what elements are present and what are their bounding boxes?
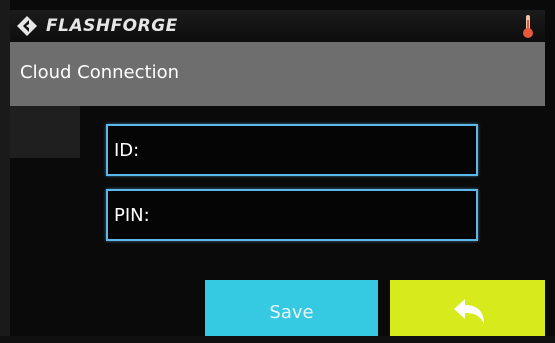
screen-bezel [0, 0, 10, 343]
pin-input[interactable] [158, 199, 472, 233]
id-label: ID: [114, 140, 140, 161]
status-bar: FLASHFORGE [10, 10, 545, 42]
pin-label: PIN: [114, 205, 150, 226]
title-bar: Cloud Connection [10, 42, 545, 106]
page-title: Cloud Connection [20, 62, 179, 83]
save-button-label: Save [269, 302, 314, 323]
save-button[interactable]: Save [205, 280, 378, 343]
id-input[interactable] [158, 134, 472, 168]
side-panel [10, 106, 80, 158]
back-button[interactable] [390, 280, 545, 343]
thermometer-icon[interactable] [521, 13, 535, 39]
back-arrow-icon [454, 299, 484, 324]
id-field[interactable]: ID: [106, 124, 478, 176]
brand-name: FLASHFORGE [46, 16, 178, 36]
brand-logo: FLASHFORGE [16, 14, 178, 38]
pin-field[interactable]: PIN: [106, 189, 478, 241]
screen-bottom-edge [0, 336, 555, 343]
flashforge-logo-icon [17, 16, 37, 36]
